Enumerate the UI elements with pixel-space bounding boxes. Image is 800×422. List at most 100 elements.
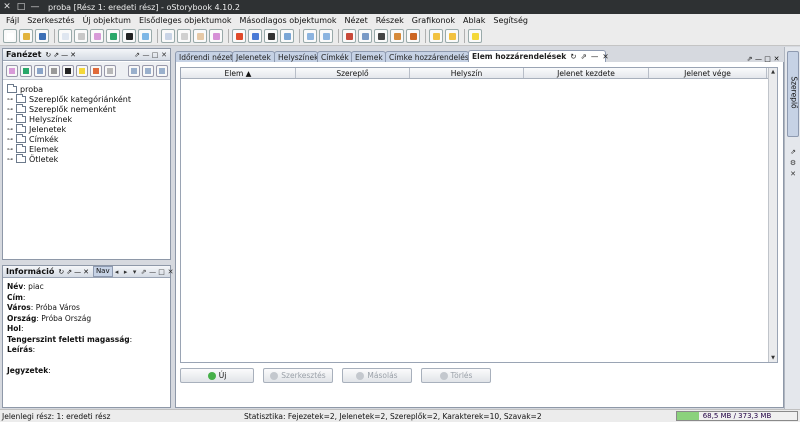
close-icon[interactable]: ✕: [167, 268, 175, 276]
tab-prev-icon[interactable]: ◂: [113, 268, 121, 276]
expand-toggle-icon[interactable]: ⊶: [7, 156, 16, 163]
expand-toggle-icon[interactable]: ⊶: [7, 96, 16, 103]
location-button[interactable]: [106, 29, 120, 43]
tab-next-icon[interactable]: ▸: [122, 268, 130, 276]
part-button[interactable]: [74, 29, 88, 43]
scroll-up-icon[interactable]: ▲: [769, 68, 777, 76]
menu-item[interactable]: Nézet: [341, 16, 372, 25]
settings-icon[interactable]: ⚙: [788, 158, 798, 169]
idea-bulb-button[interactable]: [468, 29, 482, 43]
tab-list-icon[interactable]: ▾: [131, 268, 139, 276]
arrow-right-button[interactable]: [445, 29, 459, 43]
close-icon[interactable]: ✕: [160, 51, 168, 59]
window-minimize-button[interactable]: —: [28, 0, 42, 14]
tree-node[interactable]: ⊶ Ötletek: [7, 153, 131, 164]
chapter-filter-button[interactable]: [34, 64, 46, 77]
undock-icon[interactable]: ⇗: [66, 268, 72, 276]
list-button[interactable]: [374, 29, 388, 43]
tree-node[interactable]: ⊶ Szereplők nemenként: [7, 103, 131, 114]
search-button[interactable]: [390, 29, 404, 43]
minimize-icon[interactable]: —: [591, 52, 599, 61]
chart-button[interactable]: [232, 29, 246, 43]
redo-button[interactable]: [319, 29, 333, 43]
new-button[interactable]: Új: [180, 368, 254, 383]
tag-button[interactable]: [138, 29, 152, 43]
minimize-icon[interactable]: —: [61, 51, 68, 59]
save-button[interactable]: [35, 29, 49, 43]
tree-node[interactable]: ⊶ Helyszínek: [7, 113, 131, 124]
undock-icon[interactable]: ⇗: [53, 51, 59, 59]
idea-filter-button[interactable]: [76, 64, 88, 77]
menu-item[interactable]: Grafikonok: [408, 16, 459, 25]
refresh-icon[interactable]: ↻: [58, 268, 64, 276]
color-filter-button[interactable]: [90, 64, 102, 77]
menu-item[interactable]: Szerkesztés: [23, 16, 78, 25]
undock-icon[interactable]: ⇗: [788, 147, 798, 158]
maximize-icon[interactable]: □: [158, 268, 166, 276]
arrow-left-button[interactable]: [429, 29, 443, 43]
expand-all-button[interactable]: [128, 64, 140, 77]
column-header[interactable]: Helyszín: [410, 68, 524, 78]
web-button[interactable]: [406, 29, 420, 43]
reading-view-button[interactable]: [209, 29, 223, 43]
copy-button[interactable]: Másolás: [342, 368, 412, 383]
menu-item[interactable]: Segítség: [489, 16, 532, 25]
minimize-icon[interactable]: —: [74, 268, 81, 276]
part-filter-button[interactable]: [48, 64, 60, 77]
window-close-button[interactable]: ✕: [0, 0, 14, 14]
column-header[interactable]: Szereplő: [296, 68, 410, 78]
sidebar-tab-character[interactable]: Szereplő: [787, 51, 799, 137]
print-button[interactable]: [342, 29, 356, 43]
undo-button[interactable]: [303, 29, 317, 43]
window-maximize-button[interactable]: □: [14, 0, 28, 14]
minimize-icon[interactable]: —: [149, 268, 157, 276]
memoria-button[interactable]: [264, 29, 278, 43]
scene-button[interactable]: [280, 29, 294, 43]
minimize-icon[interactable]: —: [142, 51, 150, 59]
chapter-button[interactable]: [58, 29, 72, 43]
grid-filter-button[interactable]: [104, 64, 116, 77]
close-icon[interactable]: ✕: [788, 169, 798, 180]
location-filter-button[interactable]: [20, 64, 32, 77]
column-header[interactable]: Jelenet kezdete: [524, 68, 649, 78]
undock-icon[interactable]: ⇗: [133, 51, 141, 59]
expand-toggle-icon[interactable]: ⊶: [7, 106, 16, 113]
gender-filter-button[interactable]: [62, 64, 74, 77]
refresh-icon[interactable]: ↻: [45, 51, 51, 59]
delete-button[interactable]: Törlés: [421, 368, 491, 383]
tree-node[interactable]: ⊶ Címkék: [7, 133, 131, 144]
tree-node[interactable]: ⊶ Jelenetek: [7, 123, 131, 134]
menu-item[interactable]: Új objektum: [79, 16, 135, 25]
undock-icon[interactable]: ⇗: [581, 52, 587, 61]
gantt-button[interactable]: [248, 29, 262, 43]
open-folder-button[interactable]: [19, 29, 33, 43]
collapse-all-button[interactable]: [142, 64, 154, 77]
edit-button[interactable]: Szerkesztés: [263, 368, 333, 383]
maximize-icon[interactable]: □: [151, 51, 159, 59]
menu-item[interactable]: Elsődleges objektumok: [135, 16, 236, 25]
memory-bar[interactable]: 68,5 MB / 373,3 MB: [676, 411, 798, 421]
undock-icon[interactable]: ⇗: [140, 268, 148, 276]
expand-toggle-icon[interactable]: ⊶: [7, 146, 16, 153]
scroll-down-icon[interactable]: ▼: [769, 354, 777, 362]
close-icon[interactable]: ✕: [83, 268, 89, 276]
tab-navigation[interactable]: Nav: [92, 266, 113, 277]
new-file-button[interactable]: [3, 29, 17, 43]
manage-view-button[interactable]: [193, 29, 207, 43]
export-button[interactable]: [358, 29, 372, 43]
character-button[interactable]: [90, 29, 104, 43]
menu-item[interactable]: Ablak: [459, 16, 489, 25]
tree-node[interactable]: ⊶ Elemek: [7, 143, 131, 154]
gender-button[interactable]: [122, 29, 136, 43]
character-filter-button[interactable]: [6, 64, 18, 77]
refresh-icon[interactable]: ↻: [570, 52, 576, 61]
column-header[interactable]: Jelenet vége: [649, 68, 767, 78]
menu-item[interactable]: Fájl: [2, 16, 23, 25]
expand-toggle-icon[interactable]: ⊶: [7, 116, 16, 123]
vertical-scrollbar[interactable]: ▲ ▼: [768, 68, 777, 362]
tree-settings-button[interactable]: [156, 64, 168, 77]
expand-toggle-icon[interactable]: ⊶: [7, 136, 16, 143]
expand-toggle-icon[interactable]: ⊶: [7, 126, 16, 133]
menu-item[interactable]: Másodlagos objektumok: [236, 16, 341, 25]
chrono-view-button[interactable]: [161, 29, 175, 43]
